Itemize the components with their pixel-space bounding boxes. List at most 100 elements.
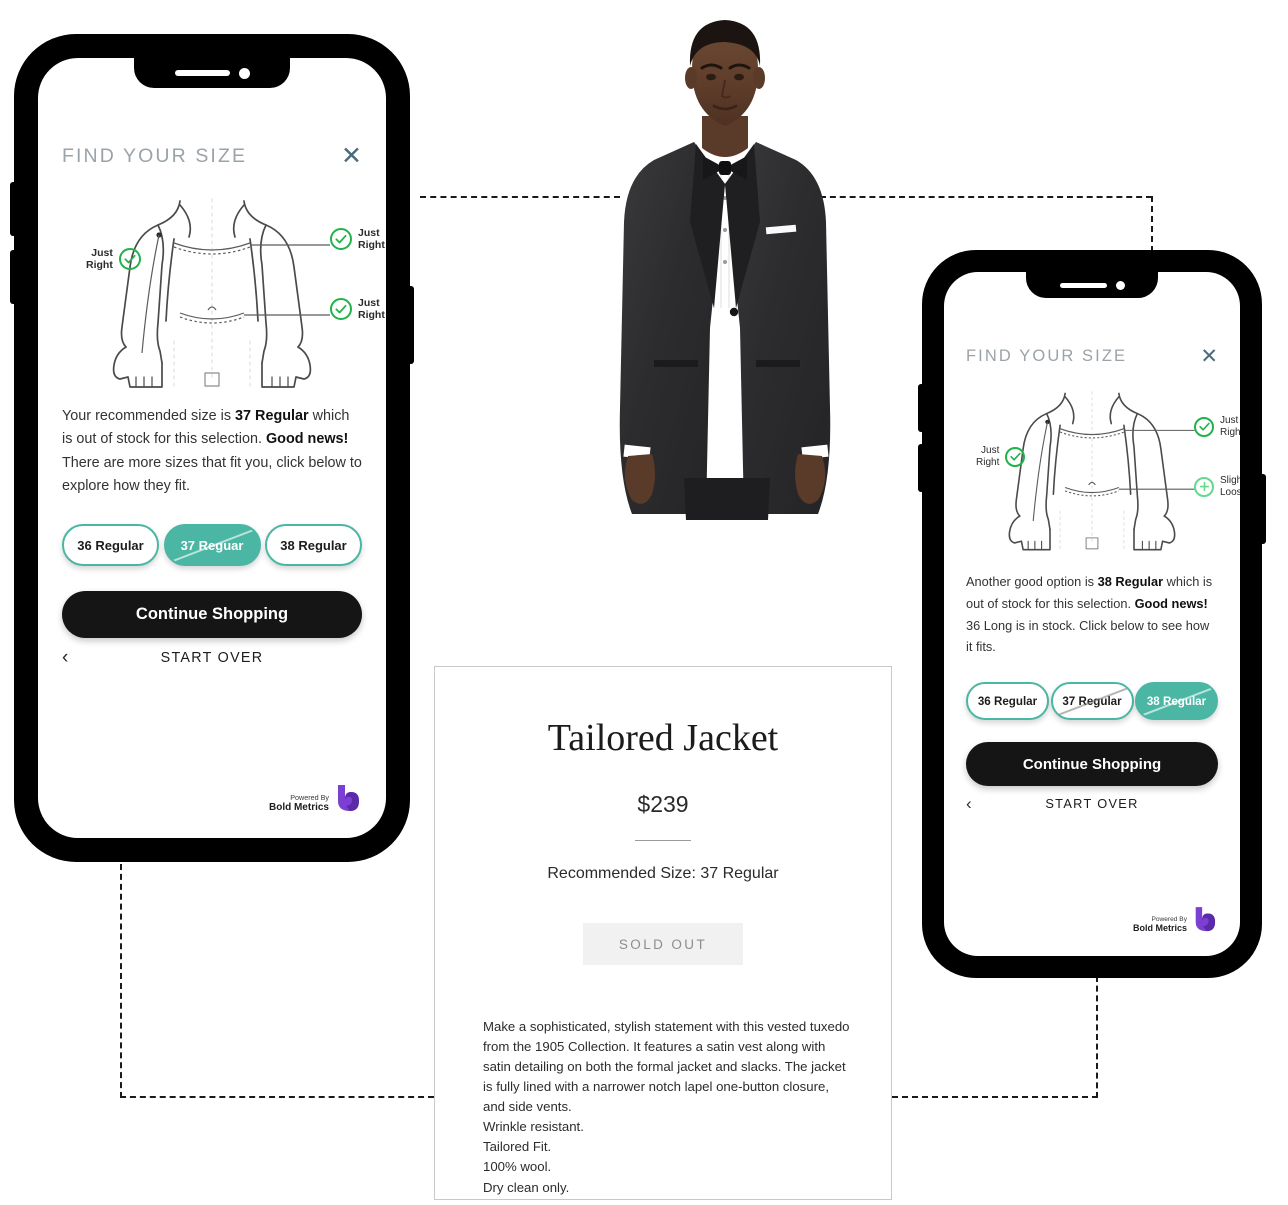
sold-out-button[interactable]: SOLD OUT <box>583 923 743 965</box>
fit-label-text-line1: Just <box>1220 415 1239 426</box>
fit-label-chest-right: Just Right <box>1194 415 1240 438</box>
bold-metrics-logo <box>1195 907 1216 932</box>
diagram-canvas: FIND YOUR SIZE ✕ Just Right Just Right J… <box>0 0 1288 1205</box>
phone-left: FIND YOUR SIZE ✕ Just Right Just Right J… <box>10 34 414 862</box>
power-button-right-phone[interactable] <box>1260 474 1266 544</box>
check-circle-icon <box>330 228 352 251</box>
rec-part1: Your recommended size is <box>62 408 236 424</box>
start-over-button-right[interactable]: START OVER <box>1045 796 1138 811</box>
size-option-36-regular[interactable]: 36 Regular <box>62 524 159 567</box>
phone-left-screen: FIND YOUR SIZE ✕ Just Right Just Right J… <box>38 58 386 838</box>
sold-out-label: SOLD OUT <box>618 936 708 952</box>
recommendation-text-left: Your recommended size is 37 Regular whic… <box>62 405 362 498</box>
fit-label-sleeve-left: Just Right <box>86 247 141 271</box>
fit-label-sleeve-right: Just Right <box>976 445 1026 468</box>
product-bullet: Tailored Fit. <box>483 1139 552 1155</box>
phone-right-notch <box>1026 272 1158 298</box>
phone-left-notch <box>134 58 290 88</box>
connector-bottom-left <box>120 1096 434 1098</box>
powered-by-bold-metrics-right: Powered By Bold Metrics <box>1133 906 1216 934</box>
find-your-size-modal-right: FIND YOUR SIZE ✕ Just Righ Just Right Sl… <box>944 272 1240 956</box>
product-price: $239 <box>637 791 689 817</box>
cta-label: Continue Shopping <box>1022 755 1162 773</box>
fit-label-text-line1: Just <box>358 227 380 239</box>
size-option-36-regular[interactable]: 36 Regular <box>966 682 1049 720</box>
model-photo <box>598 8 852 520</box>
start-over-button-left[interactable]: START OVER <box>161 650 264 666</box>
body-diagram-right: Just Right Just Right <box>966 385 1240 561</box>
fit-label-text-line2: Right <box>86 259 113 272</box>
size-option-38-regular[interactable]: 38 Regular <box>265 524 362 567</box>
product-description: Make a sophisticated, stylish statement … <box>483 1017 853 1198</box>
fit-label-chest-left: Just Right <box>330 227 385 251</box>
page-title-right: FIND YOUR SIZE <box>966 347 1128 365</box>
continue-shopping-button-right[interactable]: Continue Shopping <box>966 742 1218 786</box>
rec-part3: There are more sizes that fit you, click… <box>62 454 362 494</box>
fit-label-text-line1: Just <box>981 445 1000 456</box>
volume-down-button-right-phone[interactable] <box>918 444 924 492</box>
bold-metrics-label: Bold Metrics <box>1132 923 1187 934</box>
close-icon[interactable]: ✕ <box>1200 346 1218 367</box>
volume-up-button-right-phone[interactable] <box>918 384 924 432</box>
divider <box>635 840 691 841</box>
powered-by-label: Powered By <box>1151 915 1187 923</box>
front-camera-icon <box>238 67 250 79</box>
start-over-row-right: ‹ START OVER <box>966 794 1218 814</box>
rec-bold1: 37 Regular <box>235 408 309 424</box>
front-camera-icon <box>1115 280 1125 290</box>
product-bullet: Dry clean only. <box>483 1179 570 1195</box>
bold-metrics-label: Bold Metrics <box>268 802 329 814</box>
page-title-left: FIND YOUR SIZE <box>62 145 248 167</box>
cta-label: Continue Shopping <box>135 605 289 624</box>
size-option-label: 36 Regular <box>977 694 1038 708</box>
back-chevron-icon[interactable]: ‹ <box>62 647 68 669</box>
product-bullet: Wrinkle resistant. <box>483 1119 584 1135</box>
body-diagram-left: Just Right Just Right Just Right <box>62 191 385 391</box>
check-circle-icon <box>118 248 141 271</box>
fit-label-text-line2: Right <box>358 309 385 322</box>
recommendation-text-right: Another good option is 38 Regular which … <box>966 571 1218 658</box>
rec-bold2: Good news! <box>1134 595 1208 611</box>
fit-label-text-line1: Slightly <box>1220 475 1240 486</box>
fit-label-text-line1: Just <box>91 247 113 259</box>
fit-label-text-line2: Right <box>358 239 385 252</box>
volume-up-button-left-phone[interactable] <box>10 182 16 236</box>
size-option-label: 38 Regular <box>280 537 347 553</box>
fit-label-waist-left: Just Right <box>330 297 385 321</box>
fit-label-text-line2: Right <box>976 456 1000 468</box>
fit-label-waist-right: Slightly Loose <box>1194 475 1240 498</box>
back-chevron-icon[interactable]: ‹ <box>966 794 972 814</box>
product-description-body: Make a sophisticated, stylish statement … <box>483 1019 854 1115</box>
bold-metrics-logo <box>338 785 359 811</box>
volume-down-button-left-phone[interactable] <box>10 250 16 304</box>
close-icon[interactable]: ✕ <box>341 144 362 169</box>
fit-label-text-line1: Just <box>358 297 380 309</box>
powered-by-label: Powered By <box>290 792 329 802</box>
connector-top-left <box>420 196 620 198</box>
continue-shopping-button-left[interactable]: Continue Shopping <box>62 591 362 639</box>
size-option-38-regular[interactable]: 38 Regular <box>1135 682 1218 720</box>
power-button-left-phone[interactable] <box>408 286 414 364</box>
check-circle-icon <box>1005 446 1026 467</box>
size-option-37-regular[interactable]: 37 Regular <box>1050 682 1134 720</box>
product-title: Tailored Jacket <box>547 717 779 759</box>
connector-bottom-right <box>892 1096 1098 1098</box>
recommended-size-text: Recommended Size: 37 Regular <box>547 865 779 882</box>
rec-part1: Another good option is <box>966 574 1098 589</box>
connector-bottom-right-up <box>1096 976 1098 1098</box>
start-over-row-left: ‹ START OVER <box>62 647 362 669</box>
powered-by-bold-metrics-left: Powered By Bold Metrics <box>269 784 360 814</box>
fit-label-text-line2: Loose <box>1220 486 1240 498</box>
size-option-37-reguar[interactable]: 37 Reguar <box>163 524 261 567</box>
product-bullet: 100% wool. <box>483 1159 552 1175</box>
rec-part3: 36 Long is in stock. Click below to see … <box>966 617 1210 655</box>
modal-header-left: FIND YOUR SIZE ✕ <box>62 144 362 169</box>
connector-bottom-left-down <box>120 864 122 1098</box>
strikethrough-line <box>165 526 259 565</box>
size-options-left: 36 Regular 37 Reguar 38 Regular <box>62 524 362 567</box>
rec-bold2: Good news! <box>265 431 349 448</box>
size-options-right: 36 Regular 37 Regular 38 Regular <box>966 682 1218 720</box>
phone-right: FIND YOUR SIZE ✕ Just Righ Just Right Sl… <box>918 250 1266 978</box>
fit-label-text-line2: Right <box>1220 426 1240 438</box>
plus-circle-icon <box>1194 476 1214 497</box>
